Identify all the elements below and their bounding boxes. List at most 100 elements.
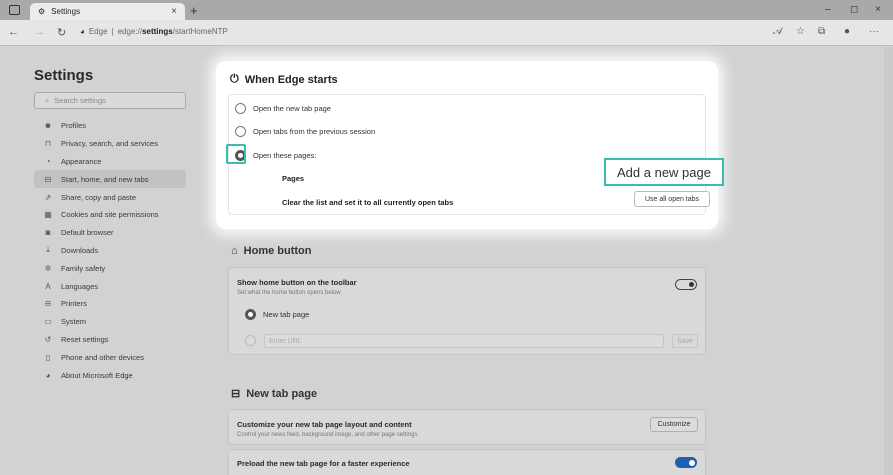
- search-placeholder: Search settings: [54, 96, 106, 105]
- option-previous-session[interactable]: Open tabs from the previous session: [235, 126, 375, 137]
- show-home-sublabel: Set what the home button opens below: [237, 290, 341, 296]
- address-bar: ← → ↻ ◕ Edge | edge://settings/startHome…: [0, 20, 893, 46]
- sidebar-item-label: Profiles: [61, 121, 87, 131]
- maximize-icon[interactable]: ◻: [850, 4, 858, 15]
- use-all-open-tabs-button[interactable]: Use all open tabs: [634, 191, 710, 207]
- sidebar-item-label: About Microsoft Edge: [61, 370, 133, 380]
- close-tab-icon[interactable]: ×: [171, 6, 177, 17]
- home-new-tab-option[interactable]: New tab page: [245, 309, 309, 320]
- sidebar-item-label: Printers: [61, 299, 87, 309]
- tab-settings[interactable]: ⚙ Settings ×: [30, 3, 185, 20]
- profile-icon: ☻: [43, 121, 53, 131]
- default-browser-icon: ◙: [45, 228, 51, 238]
- sidebar-item[interactable]: ◙ Default browser: [34, 224, 186, 242]
- url-prefix: edge://: [117, 27, 143, 36]
- more-menu-icon[interactable]: ···: [869, 26, 879, 37]
- when-edge-starts-title: When Edge starts: [244, 73, 338, 86]
- power-icon: ⏻: [230, 73, 239, 85]
- sidebar-item[interactable]: ⇗ Share, copy and paste: [34, 188, 186, 206]
- show-home-toggle[interactable]: [675, 279, 697, 290]
- scrollbar[interactable]: [884, 47, 893, 475]
- sidebar-item[interactable]: ↺ Reset settings: [34, 331, 186, 349]
- radio-selected: [245, 309, 256, 320]
- customize-label: Customize your new tab page layout and c…: [237, 420, 412, 429]
- start-home-icon: ⊟: [44, 174, 52, 184]
- download-icon: ⤓: [46, 245, 50, 255]
- home-url-option[interactable]: [245, 335, 256, 346]
- sidebar-item[interactable]: ⊓ Privacy, search, and services: [34, 135, 186, 153]
- phone-icon: ▯: [45, 352, 51, 362]
- sidebar-item[interactable]: ⊖ Printers: [34, 295, 186, 313]
- tab-actions-icon[interactable]: [9, 5, 20, 15]
- home-url-input[interactable]: Enter URL: [264, 334, 664, 348]
- gear-icon: ⚙: [38, 7, 46, 16]
- reset-icon: ↺: [44, 334, 52, 344]
- tab-title: Settings: [51, 7, 81, 16]
- preload-label: Preload the new tab page for a faster ex…: [237, 459, 410, 468]
- option-new-tab-label: Open the new tab page: [253, 104, 331, 113]
- page-title: Settings: [34, 67, 94, 84]
- sidebar-item[interactable]: ✲ Family safety: [34, 259, 186, 277]
- back-icon[interactable]: ←: [8, 26, 19, 38]
- sidebar-item[interactable]: ☻ Profiles: [34, 117, 186, 135]
- sidebar-item-label: Start, home, and new tabs: [61, 174, 149, 184]
- new-tab-icon: ⊟: [231, 388, 241, 400]
- edge-logo-icon: ◕: [80, 27, 85, 36]
- url-field[interactable]: ◕ Edge | edge://settings/startHomeNTP: [80, 27, 228, 36]
- preload-toggle[interactable]: [675, 457, 697, 468]
- collections-icon[interactable]: ⧉: [818, 26, 825, 37]
- lock-icon: ⊓: [44, 139, 52, 149]
- new-tab-heading: ⊟ New tab page: [231, 387, 317, 401]
- system-icon: ▭: [44, 317, 52, 327]
- pages-label: Pages: [282, 174, 305, 183]
- sidebar-item[interactable]: ▯ Phone and other devices: [34, 348, 186, 366]
- sidebar-item[interactable]: ◕ About Microsoft Edge: [34, 366, 186, 384]
- edge-icon: ◕: [45, 370, 51, 380]
- sidebar-item-label: Privacy, search, and services: [61, 139, 158, 149]
- search-icon: ⌕: [45, 95, 50, 105]
- new-tab-button[interactable]: +: [190, 3, 198, 18]
- clear-list-label: Clear the list and set it to all current…: [282, 198, 454, 207]
- home-button-heading: ⌂ Home button: [231, 245, 311, 257]
- sidebar-item[interactable]: ◔ Appearance: [34, 153, 186, 171]
- tab-bar: ⚙ Settings × + – ◻ ×: [0, 0, 893, 20]
- minimize-icon[interactable]: –: [825, 4, 831, 15]
- refresh-icon[interactable]: ↻: [57, 26, 66, 39]
- url-suffix: /startHomeNTP: [172, 27, 228, 36]
- sidebar-item[interactable]: ⤓ Downloads: [34, 242, 186, 260]
- radio-previous-session: [235, 126, 246, 137]
- show-home-label: Show home button on the toolbar: [237, 278, 357, 287]
- search-input[interactable]: ⌕ Search settings: [34, 92, 186, 109]
- sidebar-item[interactable]: ▦ Cookies and site permissions: [34, 206, 186, 224]
- sidebar-item[interactable]: ⊟ Start, home, and new tabs: [34, 170, 186, 189]
- settings-page: Settings ⌕ Search settings ☻ Profiles ⊓ Pri…: [0, 47, 893, 475]
- cookies-icon: ▦: [44, 210, 52, 220]
- forward-icon[interactable]: →: [34, 26, 45, 38]
- languages-icon: A: [45, 281, 51, 291]
- favorite-icon[interactable]: ☆: [796, 26, 805, 37]
- add-new-page-button[interactable]: Add a new page: [604, 158, 724, 186]
- sidebar-item-label: Phone and other devices: [61, 352, 144, 362]
- when-edge-starts-card: ⏻ When Edge starts Open the new tab page…: [216, 61, 724, 229]
- url-site: Edge: [88, 27, 108, 36]
- sidebar-item-label: Downloads: [61, 245, 99, 255]
- sidebar-item[interactable]: ▭ System: [34, 313, 186, 331]
- option-new-tab[interactable]: Open the new tab page: [235, 103, 331, 114]
- save-button[interactable]: Save: [672, 334, 698, 348]
- sidebar-item-label: Share, copy and paste: [61, 192, 137, 202]
- profile-avatar-icon[interactable]: ●: [844, 26, 850, 37]
- url-separator: |: [111, 27, 114, 36]
- radio-highlight: [226, 144, 246, 164]
- option-open-pages[interactable]: Open these pages:: [235, 150, 316, 161]
- printer-icon: ⊖: [44, 299, 52, 309]
- option-previous-session-label: Open tabs from the previous session: [253, 127, 376, 136]
- customize-button[interactable]: Customize: [650, 417, 698, 432]
- family-icon: ✲: [44, 263, 52, 273]
- sidebar-item-label: Default browser: [61, 228, 114, 238]
- home-icon: ⌂: [231, 245, 238, 257]
- close-window-icon[interactable]: ×: [875, 4, 881, 15]
- sidebar-item[interactable]: A Languages: [34, 277, 186, 295]
- sidebar-item-label: Cookies and site permissions: [61, 210, 159, 220]
- sidebar-item-label: System: [61, 317, 87, 327]
- read-aloud-icon[interactable]: 𝒜: [773, 26, 782, 37]
